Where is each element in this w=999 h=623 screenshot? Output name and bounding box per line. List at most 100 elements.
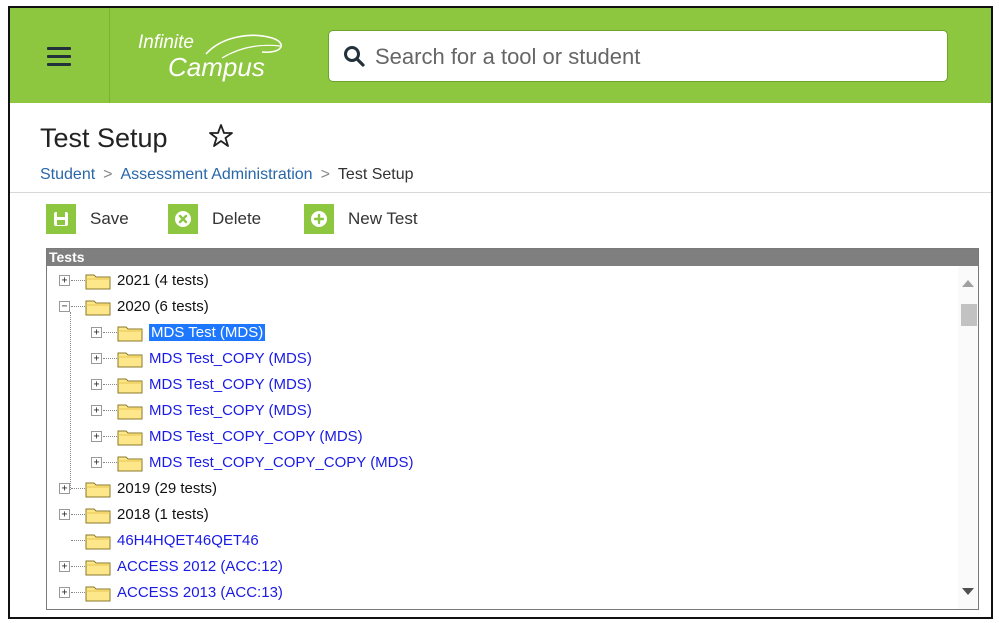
tree-dotted-connector <box>103 384 117 385</box>
tree-dotted-connector <box>71 540 85 541</box>
expand-icon[interactable]: + <box>91 431 102 442</box>
save-label: Save <box>90 209 129 228</box>
tree-item[interactable]: + MDS Test (MDS) <box>47 320 947 346</box>
breadcrumb-current: Test Setup <box>337 166 414 183</box>
folder-icon <box>117 454 143 472</box>
page-header: Test Setup Student > Assessment Administra… <box>10 103 991 193</box>
tree-dotted-connector <box>71 566 85 567</box>
tree-dotted-connector <box>103 436 117 437</box>
tree-item-label[interactable]: MDS Test (MDS) <box>149 324 266 341</box>
tree-item[interactable]: +2019 (29 tests) <box>47 476 947 502</box>
tree-dotted-connector <box>103 358 117 359</box>
search-input[interactable] <box>375 41 935 73</box>
hamburger-icon-bar <box>47 63 71 66</box>
breadcrumb-separator: > <box>320 166 330 183</box>
scroll-thumb[interactable] <box>961 304 977 326</box>
expand-icon[interactable]: + <box>59 561 70 572</box>
tree-dotted-connector <box>71 306 85 307</box>
add-icon <box>304 204 334 234</box>
tree-item-label[interactable]: 2021 (4 tests) <box>117 272 209 289</box>
hamburger-icon-bar <box>47 55 71 58</box>
expand-icon[interactable]: + <box>59 483 70 494</box>
delete-button[interactable]: Delete <box>168 204 261 234</box>
new-test-label: New Test <box>348 209 418 228</box>
menu-button[interactable] <box>10 8 110 103</box>
tree-item[interactable]: + ACCESS 2013 (ACC:13) <box>47 580 947 606</box>
folder-icon <box>117 402 143 420</box>
hamburger-icon <box>47 47 71 50</box>
folder-icon <box>117 376 143 394</box>
tree-item-label[interactable]: ACCESS 2013 (ACC:13) <box>117 584 283 601</box>
delete-icon <box>168 204 198 234</box>
folder-icon <box>85 272 111 290</box>
tree-item-label[interactable]: 2018 (1 tests) <box>117 506 209 523</box>
folder-icon <box>117 324 143 342</box>
tree-item[interactable]: + ACCESS 2012 (ACC:12) <box>47 554 947 580</box>
tree-item-label[interactable]: 46H4HQET46QET46 <box>117 532 259 549</box>
action-toolbar: Save Delete New Test <box>10 194 991 240</box>
tree-item-label[interactable]: MDS Test_COPY (MDS) <box>149 376 312 393</box>
breadcrumb-assessment-administration[interactable]: Assessment Administration <box>121 166 313 183</box>
tree-header: Tests <box>47 249 978 266</box>
tree-dotted-connector <box>71 514 85 515</box>
infinite-campus-logo[interactable]: Infinite Campus <box>138 32 298 82</box>
tree-item-label[interactable]: 2019 (29 tests) <box>117 480 217 497</box>
new-test-button[interactable]: New Test <box>304 204 418 234</box>
page-title: Test Setup <box>40 123 168 153</box>
folder-icon <box>85 584 111 602</box>
tree-item[interactable]: +2018 (1 tests) <box>47 502 947 528</box>
tree-item[interactable]: + MDS Test_COPY (MDS) <box>47 346 947 372</box>
folder-icon <box>85 532 111 550</box>
tree-item[interactable]: +2021 (4 tests) <box>47 268 947 294</box>
tree-item-label[interactable]: MDS Test_COPY (MDS) <box>149 402 312 419</box>
tree-dotted-connector <box>103 332 117 333</box>
folder-icon <box>85 298 111 316</box>
tests-tree-panel: Tests +2021 (4 tests) − 2020 (6 tests) + MDS… <box>46 248 979 610</box>
tree-dotted-connector <box>71 280 85 281</box>
scroll-up-icon[interactable] <box>962 280 974 287</box>
folder-icon <box>85 558 111 576</box>
tree-dotted-connector <box>103 410 117 411</box>
delete-label: Delete <box>212 209 262 228</box>
expand-icon[interactable]: + <box>91 457 102 468</box>
tree-item[interactable]: 46H4HQET46QET46 <box>47 528 947 554</box>
expand-icon[interactable]: + <box>91 405 102 416</box>
expand-icon[interactable]: + <box>59 275 70 286</box>
tree-dotted-connector <box>103 462 117 463</box>
folder-icon <box>85 506 111 524</box>
save-button[interactable]: Save <box>46 204 129 234</box>
tree-item[interactable]: − 2020 (6 tests) <box>47 294 947 320</box>
tree-item[interactable]: + MDS Test_COPY (MDS) <box>47 372 947 398</box>
app-window: Infinite Campus Test Setup Student > Asses… <box>8 6 993 619</box>
tree-item-label[interactable]: ACCESS 2012 (ACC:12) <box>117 558 283 575</box>
tree-dotted-connector <box>71 592 85 593</box>
logo-swoosh-icon <box>205 34 282 59</box>
folder-icon <box>117 350 143 368</box>
folder-icon <box>85 480 111 498</box>
save-icon <box>46 204 76 234</box>
expand-icon[interactable]: + <box>59 587 70 598</box>
tree-item[interactable]: + MDS Test_COPY_COPY (MDS) <box>47 424 947 450</box>
tree-rows: +2021 (4 tests) − 2020 (6 tests) + MDS Test … <box>47 266 957 609</box>
breadcrumb-student[interactable]: Student <box>40 166 95 183</box>
expand-icon[interactable]: + <box>91 327 102 338</box>
expand-icon[interactable]: + <box>91 379 102 390</box>
tree-item-label[interactable]: MDS Test_COPY (MDS) <box>149 350 312 367</box>
search-box[interactable] <box>328 30 948 82</box>
tree-scrollbar[interactable] <box>958 266 978 609</box>
logo-line1: Infinite <box>138 32 194 53</box>
expand-icon[interactable]: + <box>91 353 102 364</box>
star-outline-icon[interactable] <box>208 123 234 149</box>
tree-item[interactable]: + MDS Test_COPY (MDS) <box>47 398 947 424</box>
tree-item-label[interactable]: 2020 (6 tests) <box>117 298 209 315</box>
tree-dotted-connector <box>71 488 85 489</box>
breadcrumb-separator: > <box>103 166 113 183</box>
collapse-icon[interactable]: − <box>59 301 70 312</box>
folder-icon <box>117 428 143 446</box>
scroll-down-icon[interactable] <box>962 588 974 595</box>
tree-item-label[interactable]: MDS Test_COPY_COPY_COPY (MDS) <box>149 454 414 471</box>
tree-item-label[interactable]: MDS Test_COPY_COPY (MDS) <box>149 428 363 445</box>
tree-item[interactable]: + MDS Test_COPY_COPY_COPY (MDS) <box>47 450 947 476</box>
top-bar: Infinite Campus <box>10 8 991 103</box>
expand-icon[interactable]: + <box>59 509 70 520</box>
